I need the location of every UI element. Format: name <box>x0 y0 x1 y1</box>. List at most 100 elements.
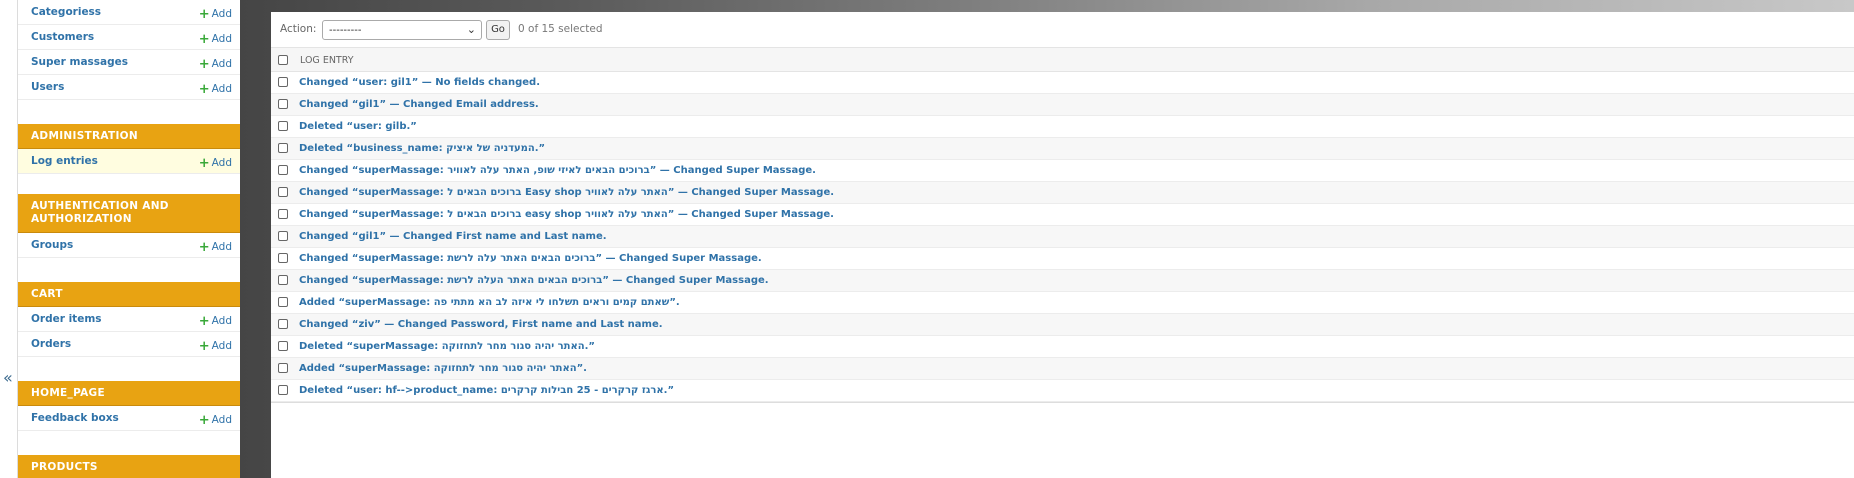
sidebar-item-super-massages[interactable]: Super massages + Add <box>18 50 240 75</box>
table-row: Changed “user: gil1” — No fields changed… <box>271 72 1854 94</box>
row-checkbox[interactable] <box>278 99 288 109</box>
table-row: Changed “ziv” — Changed Password, First … <box>271 314 1854 336</box>
log-entry-link[interactable]: Changed “superMassage: ברוכים הבאים ל Ea… <box>299 187 834 198</box>
row-checkbox[interactable] <box>278 187 288 197</box>
row-checkbox[interactable] <box>278 209 288 219</box>
table-row: Changed “superMassage: ברוכים הבאים לאיז… <box>271 160 1854 182</box>
sidebar-item-label[interactable]: Users <box>31 81 64 93</box>
sidebar-item-users[interactable]: Users + Add <box>18 75 240 100</box>
sidebar-item-label[interactable]: Orders <box>31 338 71 350</box>
log-entry-link[interactable]: Changed “superMassage: ברוכים הבאים לאיז… <box>299 165 816 176</box>
plus-icon: + <box>198 32 210 47</box>
chevron-down-icon: ⌄ <box>466 23 476 36</box>
sidebar-item-label[interactable]: Customers <box>31 31 94 43</box>
sidebar-spacer <box>18 431 240 455</box>
row-checkbox[interactable] <box>278 297 288 307</box>
action-select[interactable]: --------- ⌄ <box>322 20 482 40</box>
row-checkbox[interactable] <box>278 319 288 329</box>
plus-icon: + <box>198 7 210 22</box>
add-order-item-link[interactable]: + Add <box>199 313 232 329</box>
sidebar-item-groups[interactable]: Groups + Add <box>18 233 240 258</box>
row-checkbox[interactable] <box>278 231 288 241</box>
add-feedback-box-link[interactable]: + Add <box>199 412 232 428</box>
sidebar-item-label[interactable]: Order items <box>31 313 102 325</box>
log-entry-link[interactable]: Changed “gil1” — Changed First name and … <box>299 231 607 242</box>
log-entry-link[interactable]: Added “superMassage: האתר יהיה סגור מחר … <box>299 363 587 374</box>
go-button[interactable]: Go <box>486 20 510 40</box>
actions-bar: Action: --------- ⌄ Go 0 of 15 selected <box>271 12 1854 48</box>
add-label: Add <box>211 33 232 45</box>
table-row: Added “superMassage: האתר יהיה סגור מחר … <box>271 358 1854 380</box>
log-entry-link[interactable]: Changed “gil1” — Changed Email address. <box>299 99 539 110</box>
add-label: Add <box>211 83 232 95</box>
add-log-entry-link[interactable]: + Add <box>199 155 232 171</box>
log-entry-link[interactable]: Deleted “user: gilb.” <box>299 121 417 132</box>
table-row: Deleted “business_name: המעדניה של איציק… <box>271 138 1854 160</box>
section-header-administration[interactable]: ADMINISTRATION <box>18 124 240 149</box>
table-row: Changed “superMassage: ברוכים הבאים האתר… <box>271 270 1854 292</box>
sidebar-item-label[interactable]: Feedback boxs <box>31 412 119 424</box>
section-title: ADMINISTRATION <box>31 130 138 142</box>
log-entry-link[interactable]: Deleted “business_name: המעדניה של איציק… <box>299 143 545 154</box>
add-label: Add <box>211 241 232 253</box>
section-header-home-page[interactable]: HOME_PAGE <box>18 381 240 406</box>
row-checkbox[interactable] <box>278 143 288 153</box>
collapse-sidebar-icon[interactable]: « <box>3 370 13 386</box>
sidebar-spacer <box>18 174 240 194</box>
row-checkbox[interactable] <box>278 275 288 285</box>
sidebar-item-label[interactable]: Super massages <box>31 56 128 68</box>
sidebar-item-orders[interactable]: Orders + Add <box>18 332 240 357</box>
section-header-cart[interactable]: CART <box>18 282 240 307</box>
log-entry-link[interactable]: Added “superMassage: שאתם קמים וראים תשל… <box>299 297 680 308</box>
sidebar-item-order-items[interactable]: Order items + Add <box>18 307 240 332</box>
add-customers-link[interactable]: + Add <box>198 31 232 47</box>
log-entry-link[interactable]: Changed “superMassage: ברוכים הבאים ל ea… <box>299 209 834 220</box>
plus-icon: + <box>198 82 210 97</box>
row-checkbox[interactable] <box>278 363 288 373</box>
sidebar-item-label[interactable]: Categoriess <box>31 6 101 18</box>
log-entry-link[interactable]: Changed “superMassage: ברוכים הבאים האתר… <box>299 253 762 264</box>
row-checkbox[interactable] <box>278 165 288 175</box>
select-all-checkbox[interactable] <box>278 55 288 65</box>
section-header-products[interactable]: PRODUCTS <box>18 455 240 478</box>
table-row: Deleted “user: hf-->product_name: ארגז ק… <box>271 380 1854 402</box>
section-title: HOME_PAGE <box>31 387 105 399</box>
selection-counter: 0 of 15 selected <box>518 23 603 35</box>
sidebar-spacer <box>18 258 240 282</box>
sidebar-item-categoriess[interactable]: Categoriess + Add <box>18 0 240 25</box>
main-area: Action: --------- ⌄ Go 0 of 15 selected … <box>240 0 1854 478</box>
log-entry-link[interactable]: Changed “user: gil1” — No fields changed… <box>299 77 540 88</box>
log-entry-link[interactable]: Deleted “user: hf-->product_name: ארגז ק… <box>299 385 674 396</box>
sidebar-item-label[interactable]: Groups <box>31 239 73 251</box>
plus-icon: + <box>198 57 210 72</box>
row-checkbox[interactable] <box>278 121 288 131</box>
add-order-link[interactable]: + Add <box>199 338 232 354</box>
section-title: AUTHENTICATION AND AUTHORIZATION <box>31 200 169 225</box>
sidebar-item-log-entries[interactable]: Log entries + Add <box>18 149 240 174</box>
table-row: Changed “superMassage: ברוכים הבאים האתר… <box>271 248 1854 270</box>
sidebar-item-label[interactable]: Log entries <box>31 155 98 167</box>
row-checkbox[interactable] <box>278 77 288 87</box>
section-header-authentication[interactable]: AUTHENTICATION AND AUTHORIZATION <box>18 194 240 233</box>
sidebar-spacer <box>18 100 240 124</box>
sidebar-item-feedback-boxs[interactable]: Feedback boxs + Add <box>18 406 240 431</box>
table-header: LOG ENTRY <box>271 48 1854 72</box>
log-entry-link[interactable]: Changed “superMassage: ברוכים הבאים האתר… <box>299 275 769 286</box>
add-users-link[interactable]: + Add <box>198 81 232 97</box>
row-checkbox[interactable] <box>278 253 288 263</box>
row-checkbox[interactable] <box>278 385 288 395</box>
add-categoriess-link[interactable]: + Add <box>198 6 232 22</box>
column-header-log-entry[interactable]: LOG ENTRY <box>300 55 354 66</box>
add-label: Add <box>211 58 232 70</box>
sidebar-nav: Categoriess + Add Customers + Add Super ma… <box>18 0 240 478</box>
log-entry-link[interactable]: Changed “ziv” — Changed Password, First … <box>299 319 663 330</box>
action-select-value: --------- <box>329 25 362 36</box>
row-checkbox[interactable] <box>278 341 288 351</box>
log-entry-link[interactable]: Deleted “superMassage: האתר יהיה סגור מח… <box>299 341 595 352</box>
plus-icon: + <box>198 240 210 255</box>
add-super-massages-link[interactable]: + Add <box>198 56 232 72</box>
add-group-link[interactable]: + Add <box>198 239 232 255</box>
sidebar-item-customers[interactable]: Customers + Add <box>18 25 240 50</box>
table-row: Changed “superMassage: ברוכים הבאים ל Ea… <box>271 182 1854 204</box>
add-label: Add <box>211 414 232 426</box>
